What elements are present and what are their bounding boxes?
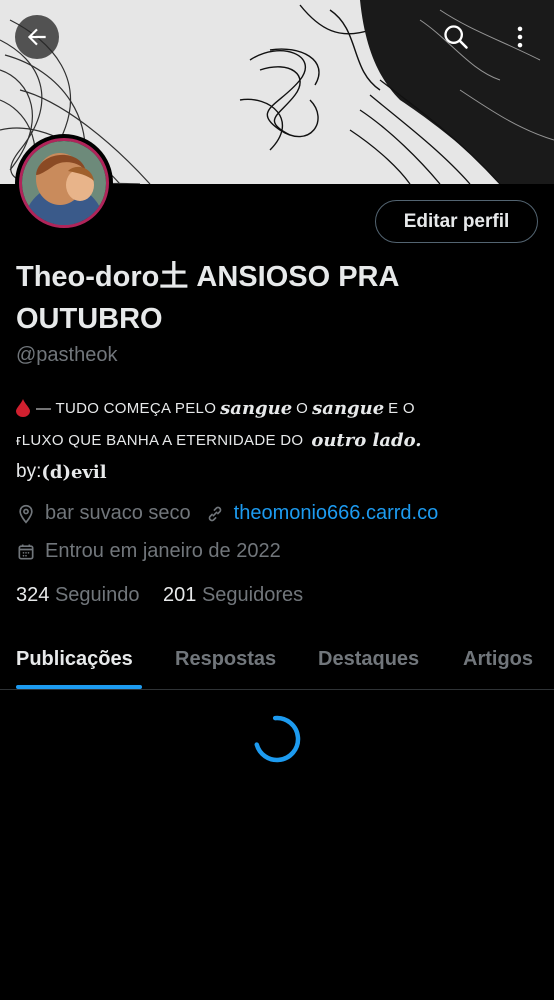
location-text: bar suvaco seco (45, 502, 191, 524)
bio-text: (d)evil (41, 461, 107, 483)
tab-publicacoes[interactable]: Publicações (16, 648, 133, 671)
display-name: Theo-doro土 ANSIOSO PRA OUTUBRO (16, 256, 516, 340)
profile-tabs: Publicações Respostas Destaques Artigos (0, 640, 554, 690)
followers-label: Seguidores (201, 584, 304, 606)
bio-italic-word: sangue (312, 397, 385, 419)
display-name-line2: OUTUBRO (16, 303, 163, 335)
search-icon (444, 25, 468, 49)
joined-row: Entrou em janeiro de 2022 (16, 540, 281, 563)
display-name-line1: Theo-doro土 ANSIOSO PRA (16, 261, 400, 293)
more-options-button[interactable] (498, 15, 542, 59)
bio-line-1: — TUDO COMEÇA PELO sangue O sangue E O (16, 392, 536, 424)
back-button[interactable] (15, 15, 59, 59)
bio-line-2: ғLUXO QUE BANHA A ETERNIDADE DO outro la… (16, 424, 536, 456)
following-count: 324 (16, 584, 50, 606)
bio-text: E O (388, 399, 415, 417)
bio-text: by: (16, 461, 42, 482)
profile-meta-row: bar suvaco seco theomonio666.carrd.co (16, 502, 438, 525)
bio-italic-word: sangue (220, 397, 293, 419)
search-button[interactable] (434, 15, 478, 59)
bio-line-3: by: (d)evil (16, 456, 536, 488)
active-tab-indicator (16, 685, 142, 689)
blood-drop-icon (16, 399, 30, 417)
followers-count: 201 (163, 584, 197, 606)
more-vertical-icon (517, 26, 523, 48)
tab-destaques[interactable]: Destaques (318, 648, 419, 671)
website-link[interactable]: theomonio666.carrd.co (234, 502, 439, 525)
tab-artigos[interactable]: Artigos (463, 648, 533, 671)
bio-text: ғLUXO QUE BANHA A ETERNIDADE DO (16, 431, 304, 449)
following-link[interactable]: 324 Seguindo (16, 584, 139, 606)
location-pin-icon (16, 504, 36, 524)
arrow-left-icon (27, 28, 46, 46)
edit-profile-button[interactable]: Editar perfil (375, 200, 538, 243)
username-handle: @pastheok (16, 344, 118, 366)
bio-text: O (296, 399, 309, 417)
calendar-icon (16, 542, 36, 562)
link-icon (205, 504, 225, 524)
tab-respostas[interactable]: Respostas (175, 648, 276, 671)
avatar-image (22, 141, 106, 225)
loading-spinner-icon (253, 715, 301, 763)
joined-text: Entrou em janeiro de 2022 (45, 540, 281, 562)
bio-text: — TUDO COMEÇA PELO (36, 399, 217, 417)
bio-italic-word: outro lado. (311, 429, 422, 451)
followers-link[interactable]: 201 Seguidores (163, 584, 303, 606)
profile-bio: — TUDO COMEÇA PELO sangue O sangue E O ғ… (16, 392, 536, 488)
avatar[interactable] (15, 134, 113, 232)
following-label: Seguindo (54, 584, 140, 606)
follow-counts: 324 Seguindo 201 Seguidores (16, 584, 303, 607)
